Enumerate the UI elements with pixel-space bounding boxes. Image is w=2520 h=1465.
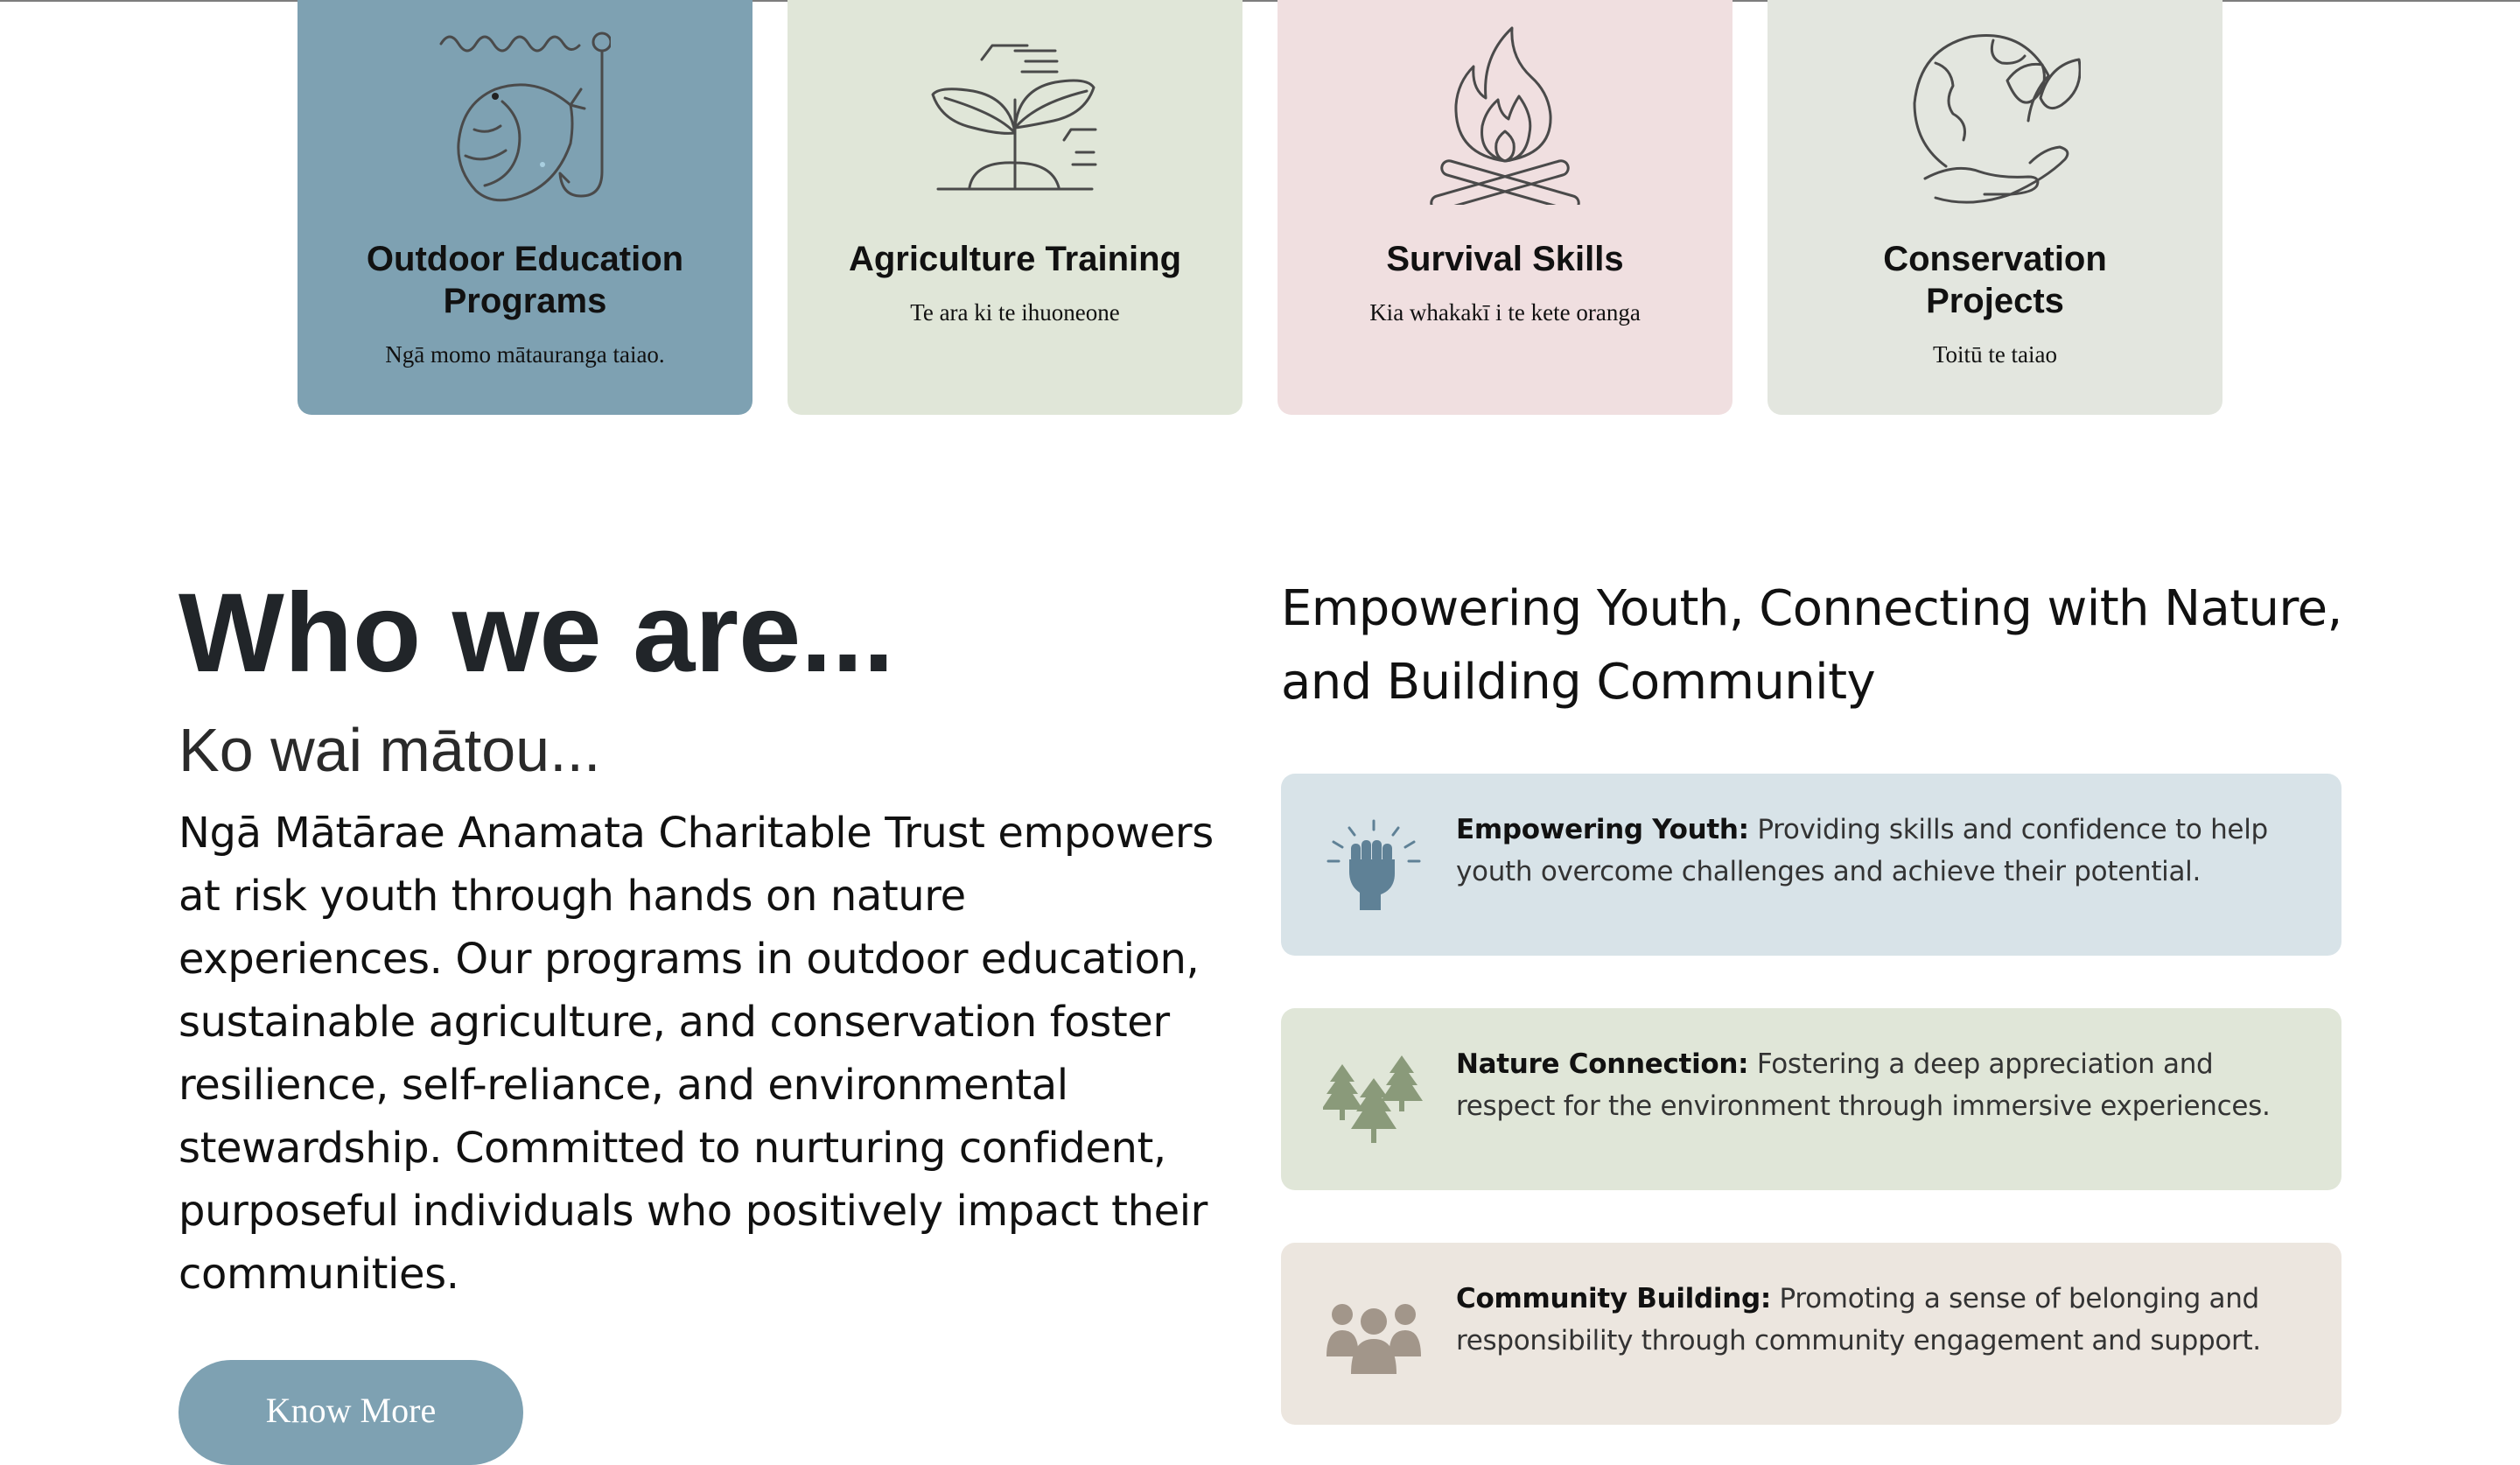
value-label: Community Building:	[1456, 1283, 1771, 1314]
value-card-community-building: Community Building: Promoting a sense of…	[1281, 1243, 2342, 1425]
people-group-icon	[1326, 1304, 1421, 1374]
value-label: Nature Connection:	[1456, 1048, 1749, 1080]
fishing-hook-icon	[439, 32, 611, 202]
value-text: Community Building: Promoting a sense of…	[1456, 1278, 2314, 1362]
program-subtitle: Toitū te taiao	[1932, 341, 2058, 368]
value-card-empowering-youth: Empowering Youth: Providing skills and c…	[1281, 774, 2342, 956]
pine-trees-icon	[1323, 1055, 1423, 1143]
campfire-icon	[1430, 26, 1580, 205]
mission-heading: Empowering Youth, Connecting with Nature…	[1281, 580, 2342, 711]
program-card-agriculture[interactable]: Agriculture Training Te ara ki te ihuone…	[788, 0, 1242, 415]
program-title: Conservation Projects	[1883, 240, 2107, 320]
program-subtitle: Kia whakakī i te kete oranga	[1369, 299, 1641, 326]
program-subtitle: Ngā momo mātauranga taiao.	[385, 341, 665, 368]
about-title: Who we are...	[178, 571, 894, 696]
value-label: Empowering Youth:	[1456, 814, 1749, 845]
program-subtitle: Te ara ki te ihuoneone	[910, 299, 1120, 326]
value-card-nature-connection: Nature Connection: Fostering a deep appr…	[1281, 1008, 2342, 1190]
value-text: Nature Connection: Fostering a deep appr…	[1456, 1043, 2314, 1127]
program-card-survival-skills[interactable]: Survival Skills Kia whakakī i te kete or…	[1278, 0, 1732, 415]
program-title: Agriculture Training	[848, 240, 1182, 278]
earth-hand-leaf-icon	[1913, 34, 2081, 204]
raised-fist-icon	[1326, 819, 1421, 910]
value-text: Empowering Youth: Providing skills and c…	[1456, 809, 2314, 893]
program-title: Survival Skills	[1386, 240, 1624, 278]
seedling-icon	[931, 44, 1097, 191]
know-more-button[interactable]: Know More	[178, 1360, 523, 1465]
about-subtitle: Ko wai mātou...	[178, 716, 601, 784]
program-title: Outdoor Education Programs	[366, 240, 684, 320]
program-card-outdoor-education[interactable]: Outdoor Education Programs Ngā momo mātau…	[298, 0, 752, 415]
about-body: Ngā Mātārae Anamata Charitable Trust emp…	[178, 809, 1214, 1299]
program-card-conservation[interactable]: Conservation Projects Toitū te taiao	[1768, 0, 2222, 415]
